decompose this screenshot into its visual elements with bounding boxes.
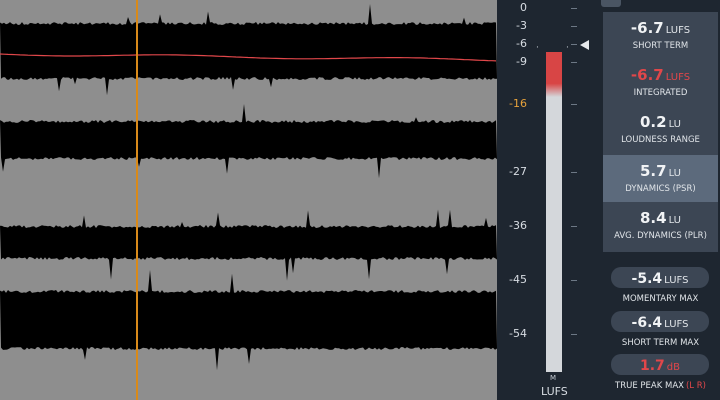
loudness-range-unit: LU	[668, 119, 681, 130]
scale-tick	[571, 26, 577, 27]
scale-label: -27	[509, 165, 527, 178]
scale-tick	[571, 62, 577, 63]
plr-card: 8.4 LU AVG. DYNAMICS (PLR)	[603, 202, 718, 252]
stats-panel: -6.7 LUFS SHORT TERM -6.7 LUFS INTEGRATED …	[601, 0, 720, 400]
true-peak-max-caption: TRUE PEAK MAX (L R)	[601, 381, 720, 391]
dynamics-psr-value: 5.7	[640, 162, 667, 180]
short-term-value: -6.7	[630, 19, 664, 37]
panel-scroll-handle[interactable]	[601, 0, 621, 7]
integrated-unit: LUFS	[665, 72, 691, 83]
scale-tick	[571, 334, 577, 335]
scale-tick	[571, 8, 577, 9]
loudness-summary-card: -6.7 LUFS SHORT TERM -6.7 LUFS INTEGRATED …	[603, 12, 718, 202]
true-peak-max-value: 1.7	[639, 358, 665, 374]
plr-unit: LU	[668, 215, 681, 226]
scale-tick	[571, 44, 577, 45]
scale-label: 0	[520, 1, 527, 14]
waveform-band	[0, 269, 497, 371]
scale-label: -6	[516, 37, 527, 50]
scale-label: -54	[509, 327, 527, 340]
momentary-max-value: -5.4	[631, 271, 663, 287]
short-term-caption: SHORT TERM	[632, 41, 689, 51]
loudness-meter: 0 -3 -6 -9 -16 -27 -36 -45 -54 · · M LUFS	[497, 0, 601, 400]
meter-bar-level	[546, 52, 562, 97]
true-peak-max-unit: dB	[666, 362, 681, 373]
short-term-max-unit: LUFS	[664, 319, 689, 330]
true-peak-channels: (L R)	[685, 381, 706, 391]
short-term-max-pill[interactable]: -6.4 LUFS	[611, 311, 709, 332]
meter-channel-caption: M	[550, 374, 557, 382]
loudness-range-value: 0.2	[640, 113, 667, 131]
dynamics-psr-caption: DYNAMICS (PSR)	[625, 184, 696, 194]
waveform-band	[0, 4, 497, 96]
waveform-band	[0, 104, 497, 179]
waveform-view[interactable]	[0, 0, 497, 400]
target-arrow-icon[interactable]	[580, 40, 589, 50]
short-term-max-value: -6.4	[631, 315, 663, 331]
peak-hold-marker: ·	[536, 43, 539, 53]
momentary-max-caption: MOMENTARY MAX	[622, 294, 699, 304]
scale-label: -9	[516, 55, 527, 68]
scale-label: -3	[516, 19, 527, 32]
true-peak-caption-text: TRUE PEAK MAX	[615, 381, 684, 391]
meter-bar-track	[546, 52, 562, 372]
scale-label: -36	[509, 219, 527, 232]
plr-value: 8.4	[640, 209, 667, 227]
plr-caption: AVG. DYNAMICS (PLR)	[614, 231, 707, 241]
scale-label: -16	[509, 97, 527, 110]
momentary-max-unit: LUFS	[664, 275, 689, 286]
dynamics-psr-stat[interactable]: 5.7 LU DYNAMICS (PSR)	[603, 155, 718, 202]
scale-label: -45	[509, 273, 527, 286]
integrated-caption: INTEGRATED	[633, 88, 688, 98]
loudness-range-caption: LOUDNESS RANGE	[621, 135, 700, 145]
meter-unit-label: LUFS	[541, 385, 568, 398]
scale-tick	[571, 280, 577, 281]
loudness-range-stat[interactable]: 0.2 LU LOUDNESS RANGE	[603, 112, 718, 150]
dynamics-psr-unit: LU	[668, 168, 681, 179]
integrated-value: -6.7	[630, 66, 664, 84]
scale-tick	[571, 226, 577, 227]
true-peak-max-pill[interactable]: 1.7 dB	[611, 354, 709, 375]
momentary-max-pill[interactable]: -5.4 LUFS	[611, 267, 709, 288]
short-term-unit: LUFS	[665, 25, 691, 36]
integrated-stat[interactable]: -6.7 LUFS INTEGRATED	[603, 65, 718, 103]
waveform-graph	[0, 4, 497, 371]
avg-dynamics-plr-stat[interactable]: 8.4 LU AVG. DYNAMICS (PLR)	[603, 208, 718, 248]
scale-tick	[571, 104, 577, 105]
waveform-band	[0, 209, 497, 281]
target-marker: ·	[566, 43, 569, 53]
playhead-cursor[interactable]	[136, 0, 138, 400]
scale-tick	[571, 172, 577, 173]
short-term-max-caption: SHORT TERM MAX	[621, 338, 700, 348]
short-term-stat[interactable]: -6.7 LUFS SHORT TERM	[603, 18, 718, 56]
